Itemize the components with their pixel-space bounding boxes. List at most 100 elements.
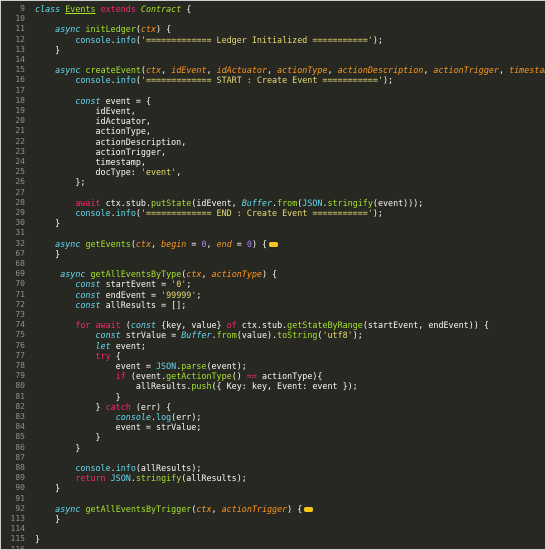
code-line[interactable]: 24 timestamp, (1, 157, 545, 167)
code-line[interactable]: 113 } (1, 514, 545, 524)
code-line[interactable]: 69 async getAllEventsByType(ctx, actionT… (1, 269, 545, 279)
code-token: push (191, 381, 212, 392)
code-line[interactable]: 90 } (1, 483, 545, 493)
code-line[interactable]: 29 console.info('============= END : Cre… (1, 208, 545, 218)
code-line[interactable]: 85 } (1, 432, 545, 442)
code-line[interactable]: 116 (1, 545, 545, 549)
code-line[interactable]: 23 actionTrigger, (1, 147, 545, 157)
code-line[interactable]: 79 if (event.getActionType() == actionTy… (1, 371, 545, 381)
code-line[interactable]: 92 async getAllEventsByTrigger(ctx, acti… (1, 504, 545, 514)
code-line[interactable]: 72 const allResults = []; (1, 300, 545, 310)
fold-ellipsis-icon[interactable] (269, 241, 279, 247)
code-token: , (327, 65, 338, 76)
code-token: let (95, 340, 116, 351)
line-number: 32 (15, 238, 25, 248)
code-line[interactable]: 9 class Events extends Contract { (1, 4, 545, 14)
code-line[interactable]: 17 (1, 86, 545, 96)
code-token: const (130, 320, 162, 331)
code-line[interactable]: 73 (1, 310, 545, 320)
code-line[interactable]: 115} (1, 534, 545, 544)
code-line[interactable]: 78 event = JSON.parse(event); (1, 361, 545, 371)
code-line[interactable]: 86 } (1, 443, 545, 453)
code-line[interactable]: 22 actionDescription, (1, 137, 545, 147)
code-line[interactable]: 74 for await (const {key, value} of ctx.… (1, 320, 545, 330)
code-line[interactable]: 68 (1, 259, 545, 269)
code-line[interactable]: 21 actionType, (1, 126, 545, 136)
code-line[interactable]: 11 async initLedger(ctx) { (1, 24, 545, 34)
code-line[interactable]: 83 console.log(err); (1, 412, 545, 422)
code-token: ); (372, 34, 383, 45)
code-token: ) { (287, 503, 303, 514)
code-token: ) { (251, 238, 268, 249)
code-line[interactable]: 84 event = strValue; (1, 422, 545, 432)
line-source: console.info('============= START : Crea… (35, 75, 393, 85)
code-line[interactable]: 19 idEvent, (1, 106, 545, 116)
line-source: docType: 'event', (35, 167, 182, 177)
code-token: { (181, 4, 192, 14)
code-line[interactable]: 82 } catch (err) { (1, 402, 545, 412)
line-number: 77 (15, 350, 25, 360)
code-line[interactable]: 88 console.info(allResults); (1, 463, 545, 473)
code-line[interactable]: 30 } (1, 218, 545, 228)
code-line[interactable]: 10 (1, 14, 545, 24)
line-number: 30 (15, 218, 25, 228)
code-line[interactable]: 91 (1, 494, 545, 504)
code-token: try (95, 350, 116, 361)
line-number: 24 (15, 157, 25, 166)
code-line[interactable]: 76 let event; (1, 341, 545, 351)
line-source: event = JSON.parse(event); (35, 361, 247, 371)
code-area[interactable]: 9 class Events extends Contract {10 11 asy… (1, 1, 545, 549)
code-token: log (156, 412, 172, 422)
code-line[interactable]: 89 return JSON.stringify(allResults); (1, 473, 545, 483)
code-line[interactable]: 14 (1, 55, 545, 65)
line-number: 114 (10, 524, 25, 534)
code-line[interactable]: 16 console.info('============= START : C… (1, 75, 545, 85)
line-number: 27 (15, 187, 25, 197)
code-line[interactable]: 31 (1, 228, 545, 238)
code-line[interactable]: 81 } (1, 392, 545, 402)
code-token: , (206, 238, 217, 249)
code-line[interactable]: 25 docType: 'event', (1, 167, 545, 177)
code-line[interactable]: 28 await ctx.stub.putState(idEvent, Buff… (1, 198, 545, 208)
code-editor[interactable]: 9 class Events extends Contract {10 11 asy… (0, 0, 546, 550)
code-token: idEvent (171, 65, 207, 76)
code-line[interactable]: 27 (1, 188, 545, 198)
code-line[interactable]: 26 }; (1, 177, 545, 187)
line-source: event = strValue; (35, 422, 202, 432)
fold-ellipsis-icon[interactable] (304, 506, 314, 512)
code-line[interactable]: 67 } (1, 249, 545, 259)
code-token: idActuator (216, 65, 267, 76)
code-line[interactable]: 80 allResults.push({ Key: key, Event: ev… (1, 381, 545, 391)
code-line[interactable]: 77 try { (1, 351, 545, 361)
code-token: console (115, 412, 151, 422)
code-line[interactable]: 12 console.info('============= Ledger In… (1, 35, 545, 45)
line-source: } (35, 218, 60, 228)
code-line[interactable]: 70 const startEvent = '0'; (1, 279, 545, 289)
code-line[interactable]: 32 async getEvents(ctx, begin = 0, end =… (1, 239, 545, 249)
code-line[interactable]: 13 } (1, 45, 545, 55)
code-token: ctx (196, 503, 212, 514)
code-line[interactable]: 20 idActuator, (1, 116, 545, 126)
code-token: (allResults); (181, 473, 247, 484)
code-token: , (267, 65, 278, 76)
code-line[interactable]: 87 (1, 453, 545, 463)
code-token: ); (352, 330, 363, 341)
code-line[interactable]: 114 (1, 524, 545, 534)
code-line[interactable]: 71 const endEvent = '99999'; (1, 290, 545, 300)
code-line[interactable]: 15 async createEvent(ctx, idEvent, idAct… (1, 65, 545, 75)
code-token: (err); (171, 412, 202, 422)
code-token: (event. (130, 371, 167, 382)
line-source: } (35, 443, 80, 453)
line-source: } (35, 432, 101, 442)
code-token: getAllEventsByType (90, 269, 182, 280)
code-token: ctx (186, 269, 202, 280)
code-token: event; (115, 340, 146, 351)
code-token: == (246, 371, 257, 382)
line-source: allResults.push({ Key: key, Event: event… (35, 381, 358, 391)
code-line[interactable]: 75 const strValue = Buffer.from(value).t… (1, 330, 545, 340)
code-line[interactable]: 18 const event = { (1, 96, 545, 106)
